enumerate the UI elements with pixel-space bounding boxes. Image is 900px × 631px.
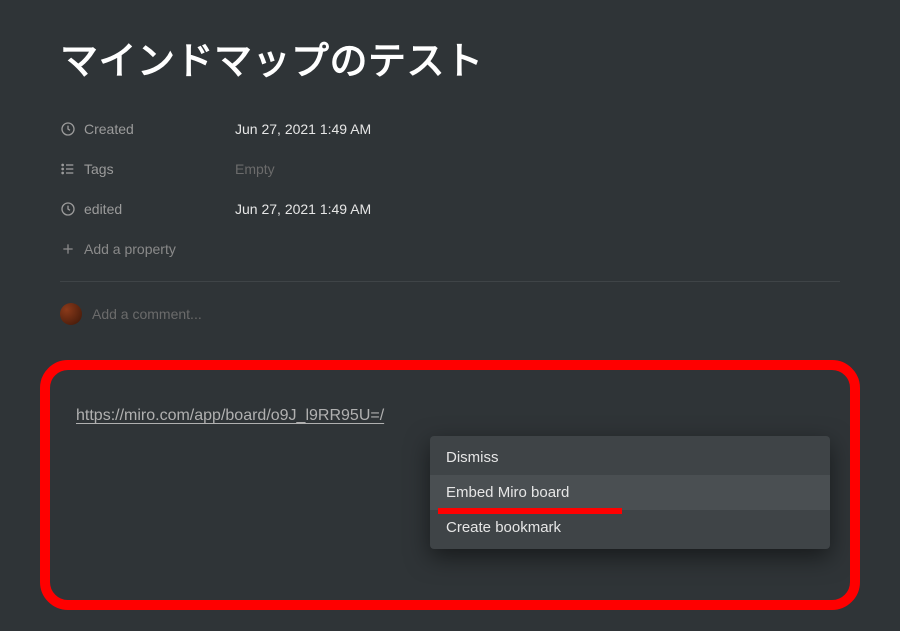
clock-icon (60, 121, 76, 137)
plus-icon (60, 241, 76, 257)
property-value-tags: Empty (235, 161, 275, 177)
avatar (60, 303, 82, 325)
list-icon (60, 161, 76, 177)
property-value-edited: Jun 27, 2021 1:49 AM (235, 201, 371, 217)
property-label: Tags (84, 161, 114, 177)
property-row-tags[interactable]: Tags Empty (60, 149, 840, 189)
dropdown-item-embed-miro[interactable]: Embed Miro board (430, 475, 830, 510)
add-property-label: Add a property (84, 241, 176, 257)
divider (60, 281, 840, 282)
property-key-tags: Tags (60, 161, 235, 177)
property-key-created: Created (60, 121, 235, 137)
add-property-button[interactable]: Add a property (60, 229, 840, 269)
property-key-edited: edited (60, 201, 235, 217)
link-action-dropdown: Dismiss Embed Miro board Create bookmark (430, 436, 830, 549)
property-label: edited (84, 201, 122, 217)
dropdown-item-dismiss[interactable]: Dismiss (430, 440, 830, 475)
pasted-link[interactable]: https://miro.com/app/board/o9J_l9RR95U=/ (76, 407, 384, 425)
property-label: Created (84, 121, 134, 137)
page-title[interactable]: マインドマップのテスト (60, 30, 840, 85)
comment-input-row[interactable]: Add a comment... (60, 296, 840, 332)
property-row-created[interactable]: Created Jun 27, 2021 1:49 AM (60, 109, 840, 149)
comment-placeholder: Add a comment... (92, 306, 202, 322)
property-value-created: Jun 27, 2021 1:49 AM (235, 121, 371, 137)
dropdown-item-create-bookmark[interactable]: Create bookmark (430, 510, 830, 545)
clock-icon (60, 201, 76, 217)
property-row-edited[interactable]: edited Jun 27, 2021 1:49 AM (60, 189, 840, 229)
